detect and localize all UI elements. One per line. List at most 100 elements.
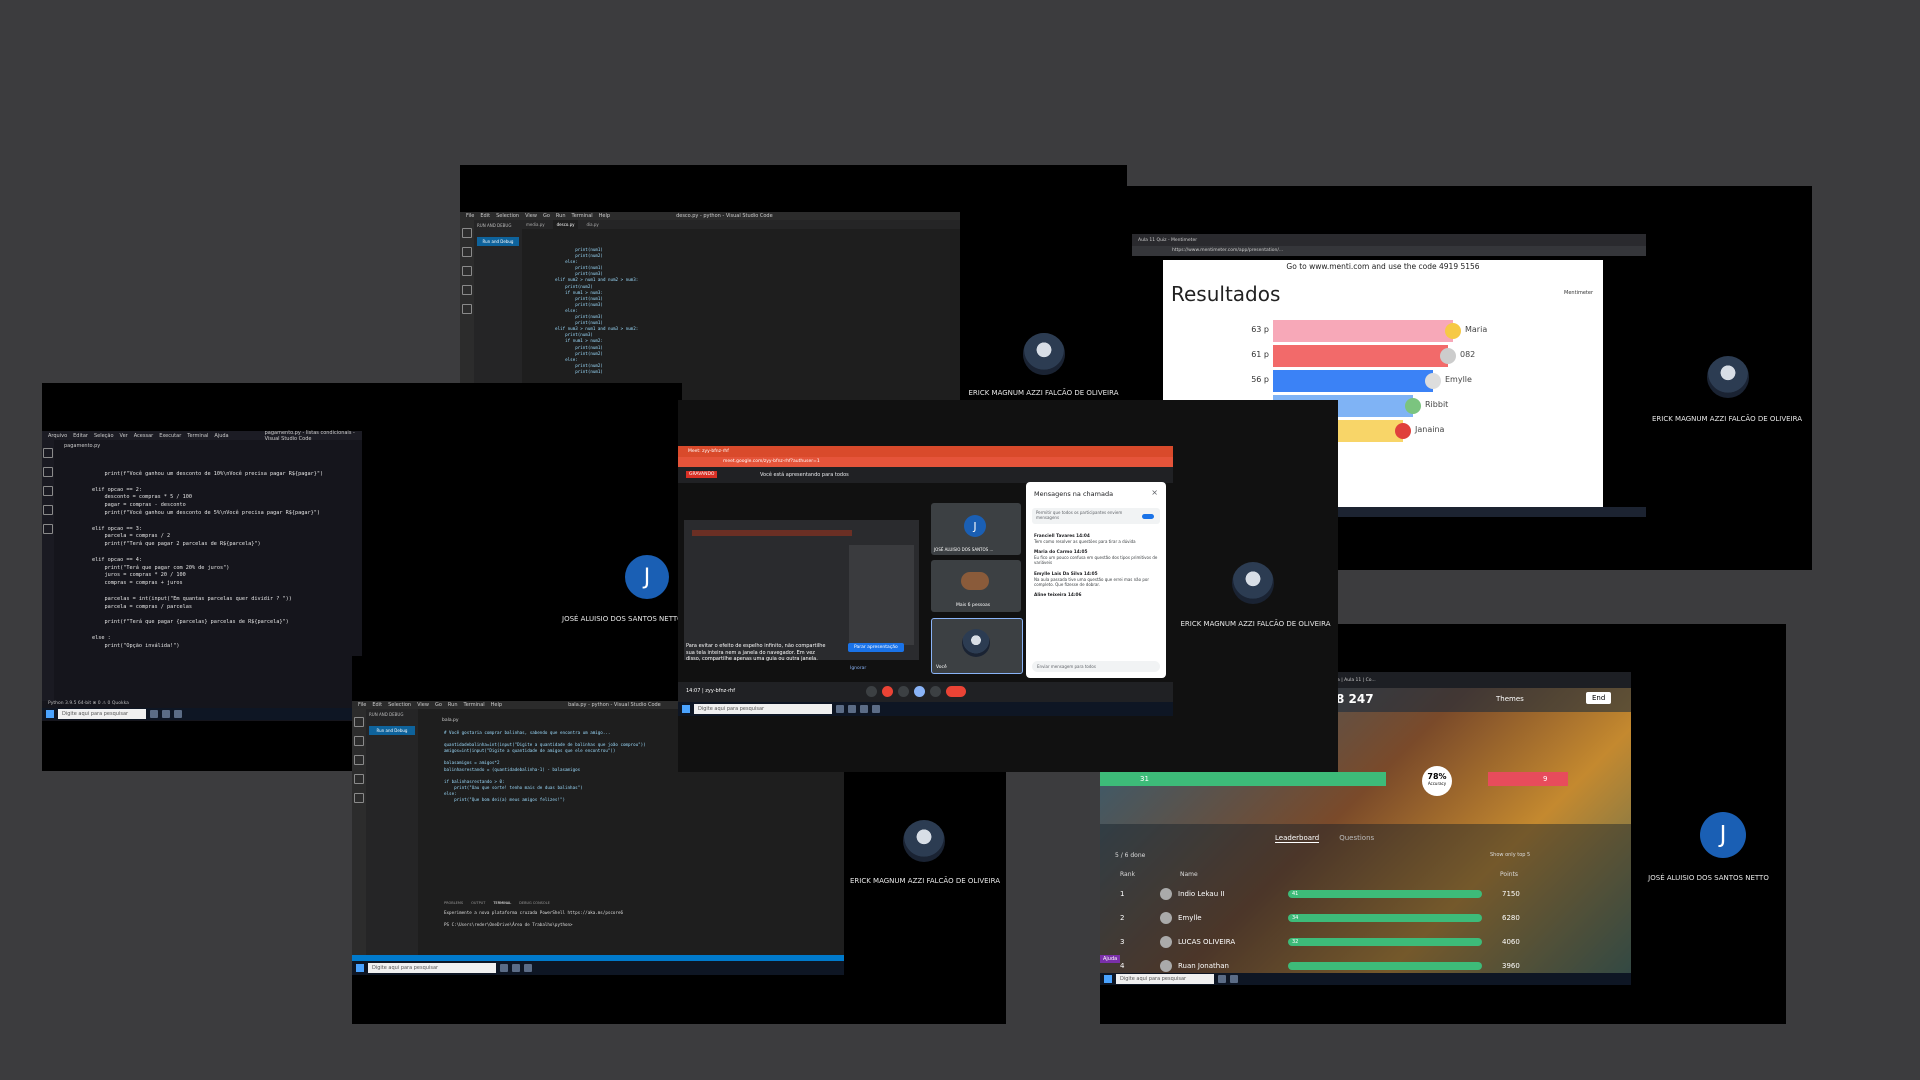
extensions-icon[interactable] bbox=[43, 524, 53, 534]
address-bar[interactable]: meet.google.com/zyy-bfnz-rhf?authuser=1 bbox=[678, 457, 1173, 467]
captions-icon[interactable] bbox=[898, 686, 909, 697]
panel-tab-debug-console[interactable]: DEBUG CONSOLE bbox=[519, 901, 550, 905]
panel-tab-problems[interactable]: PROBLEMS bbox=[444, 901, 463, 905]
tab-dia[interactable]: dia.py bbox=[582, 220, 602, 229]
browser-tab[interactable]: Meet: zyy-bfnz-rhf bbox=[688, 449, 729, 454]
taskbar-app-icon[interactable] bbox=[162, 710, 170, 718]
show-top-toggle[interactable]: Show only top 5 bbox=[1490, 852, 1530, 858]
taskbar-search[interactable]: Digite aqui para pesquisar bbox=[1116, 974, 1214, 984]
end-button[interactable]: End bbox=[1586, 692, 1612, 704]
menu-view[interactable]: View bbox=[525, 213, 537, 219]
menu-run[interactable]: Run bbox=[556, 213, 566, 219]
menu-view[interactable]: View bbox=[417, 702, 429, 708]
search-icon[interactable] bbox=[354, 736, 364, 746]
taskbar-app-icon[interactable] bbox=[150, 710, 158, 718]
taskbar-app-icon[interactable] bbox=[500, 964, 508, 972]
taskbar-search[interactable]: Digite aqui para pesquisar bbox=[694, 704, 832, 714]
menu-help[interactable]: Help bbox=[491, 702, 502, 708]
explorer-icon[interactable] bbox=[43, 448, 53, 458]
menu-arquivo[interactable]: Arquivo bbox=[48, 433, 67, 439]
code-editor[interactable]: print(f"Você ganhou um desconto de 10%\n… bbox=[92, 471, 323, 650]
menu-selecao[interactable]: Seleção bbox=[94, 433, 114, 439]
menu-run[interactable]: Run bbox=[448, 702, 458, 708]
chat-permission-toggle[interactable]: Permitir que todos os participantes envi… bbox=[1032, 508, 1160, 524]
hang-up-icon[interactable] bbox=[946, 686, 966, 697]
tab-desco[interactable]: desco.py bbox=[552, 220, 579, 229]
browser-tab[interactable]: Aula 11 Quiz - Mentimeter bbox=[1138, 238, 1197, 243]
run-debug-icon[interactable] bbox=[462, 285, 472, 295]
menu-file[interactable]: File bbox=[466, 213, 474, 219]
extensions-icon[interactable] bbox=[462, 304, 472, 314]
taskbar-app-icon[interactable] bbox=[524, 964, 532, 972]
tab-leaderboard[interactable]: Leaderboard bbox=[1275, 834, 1320, 843]
menu-edit[interactable]: Edit bbox=[480, 213, 490, 219]
taskbar-search[interactable]: Digite aqui para pesquisar bbox=[58, 709, 146, 719]
themes-button[interactable]: Themes bbox=[1496, 695, 1524, 703]
windows-start-icon[interactable] bbox=[46, 710, 54, 718]
code-editor[interactable]: # Você gostaria comprar balinhas, sabend… bbox=[444, 730, 646, 803]
windows-start-icon[interactable] bbox=[1104, 975, 1112, 983]
tab-bala[interactable]: bala.py bbox=[442, 718, 459, 723]
menu-help[interactable]: Help bbox=[599, 213, 610, 219]
taskbar-app-icon[interactable] bbox=[174, 710, 182, 718]
bar-name: Ribbit bbox=[1425, 400, 1449, 409]
terminal-output[interactable]: Experimente a nova plataforma cruzada Po… bbox=[444, 910, 623, 928]
run-debug-icon[interactable] bbox=[43, 505, 53, 515]
close-icon[interactable]: × bbox=[1151, 488, 1158, 497]
source-control-icon[interactable] bbox=[354, 755, 364, 765]
taskbar-app-icon[interactable] bbox=[1230, 975, 1238, 983]
menu-ajuda[interactable]: Ajuda bbox=[214, 433, 228, 439]
menu-go[interactable]: Go bbox=[435, 702, 442, 708]
menu-terminal[interactable]: Terminal bbox=[187, 433, 208, 439]
tab-pagamento[interactable]: pagamento.py bbox=[64, 443, 100, 449]
run-and-debug-button[interactable]: Run and Debug bbox=[477, 237, 519, 246]
ignore-button[interactable]: Ignorar bbox=[850, 666, 866, 671]
extensions-icon[interactable] bbox=[354, 793, 364, 803]
tab-questions[interactable]: Questions bbox=[1339, 834, 1374, 843]
menu-selection[interactable]: Selection bbox=[496, 213, 519, 219]
menu-editar[interactable]: Editar bbox=[73, 433, 88, 439]
present-icon[interactable] bbox=[914, 686, 925, 697]
address-bar[interactable]: https://www.mentimeter.com/app/presentat… bbox=[1132, 246, 1646, 256]
editor-tabs: media.py desco.py dia.py bbox=[522, 220, 960, 229]
mic-icon[interactable] bbox=[866, 686, 877, 697]
menu-file[interactable]: File bbox=[358, 702, 366, 708]
menu-executar[interactable]: Executar bbox=[159, 433, 181, 439]
menu-edit[interactable]: Edit bbox=[372, 702, 382, 708]
explorer-icon[interactable] bbox=[462, 228, 472, 238]
camera-off-icon[interactable] bbox=[882, 686, 893, 697]
menu-terminal[interactable]: Terminal bbox=[464, 702, 485, 708]
help-button[interactable]: Ajuda bbox=[1100, 955, 1121, 963]
stop-presenting-button[interactable]: Parar apresentação bbox=[848, 643, 904, 652]
explorer-icon[interactable] bbox=[354, 717, 364, 727]
windows-start-icon[interactable] bbox=[682, 705, 690, 713]
code-editor[interactable]: print(num1) print(num2) else: print(num1… bbox=[550, 247, 638, 375]
taskbar-app-icon[interactable] bbox=[848, 705, 856, 713]
source-control-icon[interactable] bbox=[462, 266, 472, 276]
run-and-debug-button[interactable]: Run and Debug bbox=[369, 726, 415, 735]
taskbar-app-icon[interactable] bbox=[860, 705, 868, 713]
panel-tab-terminal[interactable]: TERMINAL bbox=[493, 901, 511, 905]
run-debug-icon[interactable] bbox=[354, 774, 364, 784]
toggle-switch-icon[interactable] bbox=[1142, 514, 1154, 519]
search-icon[interactable] bbox=[43, 467, 53, 477]
menu-selection[interactable]: Selection bbox=[388, 702, 411, 708]
menu-ver[interactable]: Ver bbox=[120, 433, 128, 439]
taskbar-app-icon[interactable] bbox=[836, 705, 844, 713]
taskbar-app-icon[interactable] bbox=[1218, 975, 1226, 983]
bar-points: 61 p bbox=[1251, 350, 1269, 359]
more-people-label[interactable]: Mais 6 pessoas bbox=[956, 603, 990, 608]
taskbar-app-icon[interactable] bbox=[872, 705, 880, 713]
windows-start-icon[interactable] bbox=[356, 964, 364, 972]
taskbar-search[interactable]: Digite aqui para pesquisar bbox=[368, 963, 496, 973]
chat-input[interactable]: Enviar mensagem para todos bbox=[1032, 661, 1160, 672]
menu-go[interactable]: Go bbox=[543, 213, 550, 219]
more-options-icon[interactable] bbox=[930, 686, 941, 697]
panel-tab-output[interactable]: OUTPUT bbox=[471, 901, 485, 905]
taskbar-app-icon[interactable] bbox=[512, 964, 520, 972]
tab-media[interactable]: media.py bbox=[522, 220, 549, 229]
menu-acessar[interactable]: Acessar bbox=[134, 433, 154, 439]
search-icon[interactable] bbox=[462, 247, 472, 257]
menu-terminal[interactable]: Terminal bbox=[572, 213, 593, 219]
source-control-icon[interactable] bbox=[43, 486, 53, 496]
